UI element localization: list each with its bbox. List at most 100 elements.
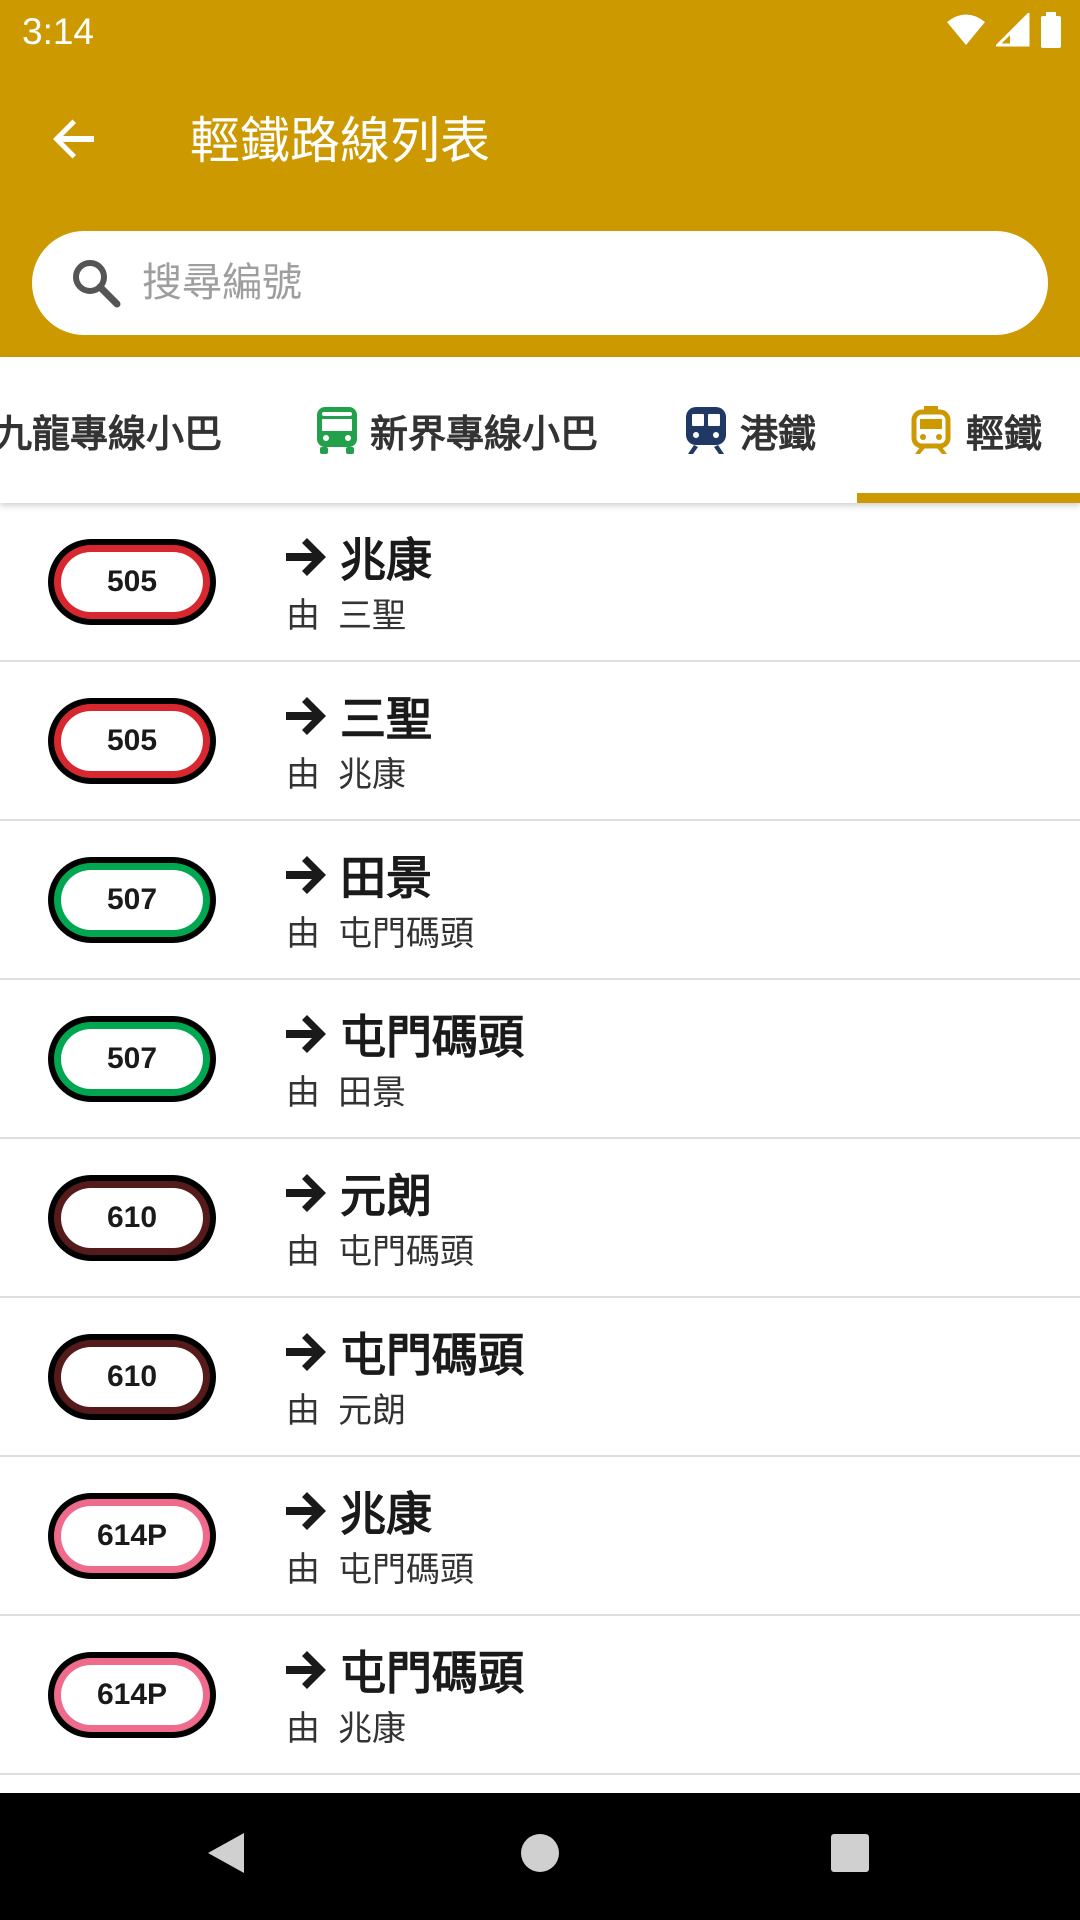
destination-name: 屯門碼頭 (340, 1646, 524, 1700)
route-number-badge: 505 (48, 698, 216, 784)
route-destination: 兆康 (284, 1479, 432, 1543)
route-destination: 田景 (284, 843, 432, 907)
origin-name: 元朗 (338, 1391, 406, 1431)
route-number-badge: 610 (48, 1334, 216, 1420)
route-origin: 由屯門碼頭 (286, 1545, 474, 1595)
route-origin: 由三聖 (286, 591, 406, 641)
origin-name: 兆康 (338, 755, 406, 795)
nav-recents-icon (829, 1832, 871, 1878)
tab-nt-minibus[interactable]: 新界專線小巴 (314, 357, 598, 503)
route-number: 610 (61, 1347, 203, 1407)
route-color-ring: 614P (54, 1499, 210, 1573)
route-destination: 三聖 (284, 684, 432, 748)
arrow-right-icon (284, 696, 328, 736)
tab-label: 九龍專線小巴 (0, 411, 223, 456)
arrow-right-icon (284, 1173, 328, 1213)
origin-prefix: 由 (286, 1709, 320, 1749)
route-number-badge: 507 (48, 1016, 216, 1102)
route-origin: 由屯門碼頭 (286, 909, 474, 959)
nav-home-icon (519, 1832, 561, 1878)
destination-name: 屯門碼頭 (340, 1328, 524, 1382)
back-button[interactable] (36, 103, 112, 179)
route-number: 505 (61, 552, 203, 612)
route-origin: 由兆康 (286, 750, 406, 800)
destination-name: 三聖 (340, 692, 432, 746)
route-origin: 由田景 (286, 1068, 406, 1118)
route-color-ring: 505 (54, 545, 210, 619)
nav-back-icon (204, 1829, 248, 1881)
status-icons (946, 11, 1062, 52)
screen: 3:14 輕鐵路線列表 搜尋編號 九龍專線小巴 新界專線小巴 港鐵 輕鐵 505… (0, 0, 1080, 1920)
route-row[interactable]: 610 屯門碼頭由元朗 (0, 1298, 1080, 1457)
app-bar: 輕鐵路線列表 (0, 63, 1080, 357)
search-input[interactable] (142, 243, 1002, 323)
route-number: 614P (61, 1506, 203, 1566)
route-number: 610 (61, 1188, 203, 1248)
route-origin: 由元朗 (286, 1386, 406, 1436)
arrow-right-icon (284, 1014, 328, 1054)
route-row[interactable]: 507 屯門碼頭由田景 (0, 980, 1080, 1139)
origin-name: 屯門碼頭 (338, 914, 474, 954)
origin-name: 三聖 (338, 596, 406, 636)
route-list[interactable]: 505 兆康由三聖 505 三聖由兆康 507 田景由屯門碼頭 507 屯門碼頭由田景 610 元… (0, 503, 1080, 1793)
route-number: 507 (61, 870, 203, 930)
cell-signal-icon (994, 11, 1030, 51)
arrow-right-icon (284, 537, 328, 577)
search-icon (70, 257, 122, 309)
route-number: 505 (61, 711, 203, 771)
origin-prefix: 由 (286, 914, 320, 954)
navigation-bar (0, 1793, 1080, 1920)
origin-name: 屯門碼頭 (338, 1232, 474, 1272)
route-color-ring: 614P (54, 1658, 210, 1732)
route-color-ring: 505 (54, 704, 210, 778)
route-destination: 屯門碼頭 (284, 1002, 524, 1066)
route-number-badge: 507 (48, 857, 216, 943)
train-icon (684, 405, 732, 455)
route-destination: 屯門碼頭 (284, 1320, 524, 1384)
origin-prefix: 由 (286, 1391, 320, 1431)
route-row[interactable]: 505 三聖由兆康 (0, 662, 1080, 821)
status-bar: 3:14 (0, 0, 1080, 63)
route-color-ring: 507 (54, 1022, 210, 1096)
nav-recents-button[interactable] (820, 1825, 880, 1885)
arrow-right-icon (284, 1650, 328, 1690)
tab-bar: 九龍專線小巴 新界專線小巴 港鐵 輕鐵 (0, 357, 1080, 503)
page-title: 輕鐵路線列表 (190, 112, 490, 170)
tab-label: 輕鐵 (966, 411, 1043, 456)
origin-name: 屯門碼頭 (338, 1550, 474, 1590)
route-row[interactable]: 614P 兆康由屯門碼頭 (0, 1457, 1080, 1616)
origin-prefix: 由 (286, 1550, 320, 1590)
route-number-badge: 614P (48, 1652, 216, 1738)
nav-home-button[interactable] (510, 1825, 570, 1885)
route-number: 614P (61, 1665, 203, 1725)
status-time: 3:14 (22, 11, 95, 52)
destination-name: 兆康 (340, 1487, 432, 1541)
route-row[interactable]: 610 元朗由屯門碼頭 (0, 1139, 1080, 1298)
route-number-badge: 610 (48, 1175, 216, 1261)
tab-light-rail[interactable]: 輕鐵 (910, 357, 1042, 503)
route-row[interactable]: 507 田景由屯門碼頭 (0, 821, 1080, 980)
route-destination: 屯門碼頭 (284, 1638, 524, 1702)
search-box[interactable] (32, 231, 1048, 335)
origin-prefix: 由 (286, 596, 320, 636)
route-number-badge: 505 (48, 539, 216, 625)
arrow-right-icon (284, 855, 328, 895)
route-row[interactable]: 505 兆康由三聖 (0, 503, 1080, 662)
destination-name: 田景 (340, 851, 432, 905)
tab-label: 港鐵 (740, 411, 817, 456)
origin-name: 兆康 (338, 1709, 406, 1749)
route-destination: 元朗 (284, 1161, 432, 1225)
tram-icon (910, 405, 958, 455)
route-row[interactable]: 614P 屯門碼頭由兆康 (0, 1616, 1080, 1775)
nav-back-button[interactable] (196, 1825, 256, 1885)
minibus-icon (314, 405, 362, 455)
destination-name: 屯門碼頭 (340, 1010, 524, 1064)
route-origin: 由屯門碼頭 (286, 1227, 474, 1277)
destination-name: 元朗 (340, 1169, 432, 1223)
tab-kowloon-minibus[interactable]: 九龍專線小巴 (0, 357, 222, 503)
tab-mtr[interactable]: 港鐵 (684, 357, 816, 503)
selected-tab-indicator (857, 493, 1080, 503)
route-color-ring: 610 (54, 1181, 210, 1255)
route-destination: 兆康 (284, 525, 432, 589)
route-color-ring: 610 (54, 1340, 210, 1414)
